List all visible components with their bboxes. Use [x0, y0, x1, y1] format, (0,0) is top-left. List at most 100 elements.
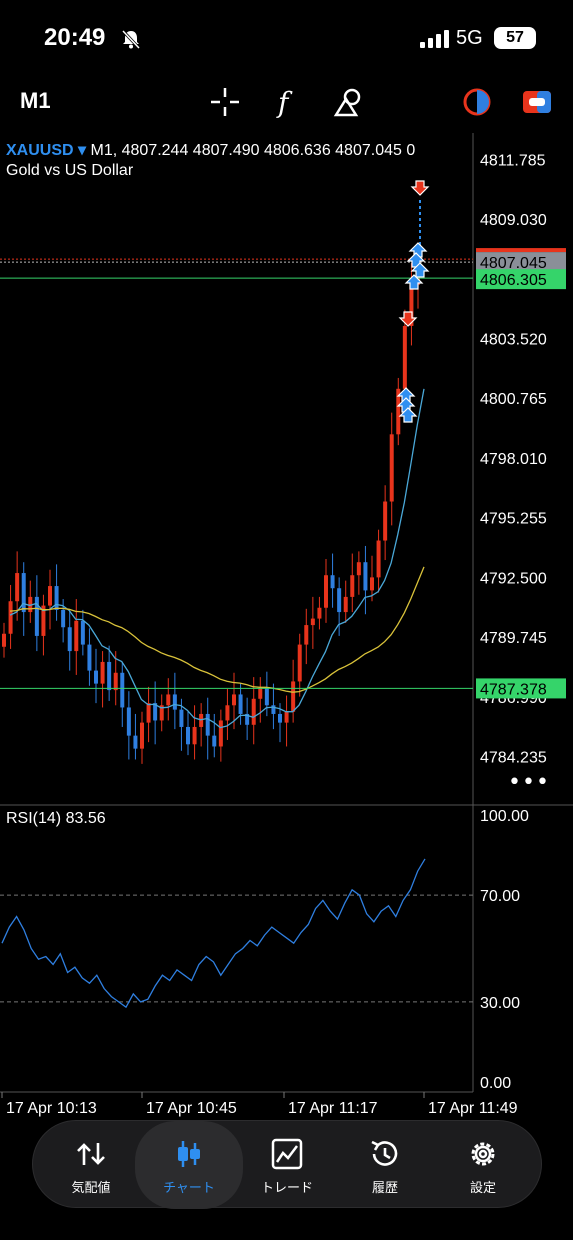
time-tick-label-3: 17 Apr 11:49 — [428, 1100, 518, 1117]
candle-body-40 — [264, 687, 269, 706]
symbol-selector[interactable]: XAUUSD — [6, 142, 74, 159]
candle-body-52 — [343, 596, 348, 613]
ohlc-values: M1, 4807.244 4807.490 4806.636 4807.045 … — [90, 142, 416, 159]
nav-quotes-label: 気配値 — [71, 1181, 111, 1196]
candle-body-5 — [34, 596, 39, 636]
candle-body-50 — [330, 575, 335, 589]
history-icon — [371, 1140, 398, 1166]
rsi-level-label-0: 100.00 — [480, 808, 529, 825]
chart-icon — [178, 1141, 200, 1167]
candle-body-1 — [8, 601, 13, 634]
status-bar: 20:49 5G 57 — [0, 0, 573, 76]
candle-body-9 — [61, 609, 66, 628]
time-tick-label-2: 17 Apr 11:17 — [288, 1100, 378, 1117]
candle-body-2 — [15, 573, 20, 602]
signal-toggle-icon[interactable] — [460, 85, 494, 119]
rsi-line — [1, 858, 426, 1009]
candle-body-55 — [363, 562, 368, 591]
price-tick-label-0: 4811.785 — [480, 152, 546, 169]
nav-trade[interactable]: トレード — [237, 1121, 337, 1209]
level-upper-label: 4806.305 — [480, 272, 547, 289]
svg-text:f: f — [276, 86, 293, 119]
candle-body-20 — [133, 735, 138, 749]
nav-settings[interactable]: 設定 — [433, 1121, 533, 1209]
candle-body-59 — [389, 434, 394, 502]
settings-icon — [471, 1142, 495, 1166]
price-chart[interactable]: 4811.785 4809.030 4803.520 4800.765 4798.010… — [0, 133, 573, 1123]
candle-body-26 — [172, 694, 177, 710]
one-click-trading-icon[interactable] — [520, 85, 554, 119]
nav-chart[interactable]: チャート — [135, 1121, 243, 1209]
indicator-function-icon[interactable]: f — [270, 85, 304, 119]
trade-icon — [271, 1138, 303, 1170]
nav-history[interactable]: 履歴 — [335, 1121, 435, 1209]
sell-arrow-0 — [410, 180, 430, 196]
candle-body-56 — [370, 577, 374, 591]
candle-body-22 — [146, 703, 151, 723]
bottom-navigation: 気配値 チャート トレード 履歴 設定 — [32, 1120, 542, 1209]
candle-body-48 — [317, 607, 322, 619]
candle-body-11 — [74, 620, 79, 652]
rsi-level-label-1: 70.00 — [480, 888, 520, 905]
timeframe-button[interactable]: M1 — [20, 88, 51, 114]
candle-body-61 — [402, 325, 407, 389]
candle-body-3 — [21, 573, 26, 613]
objects-shapes-icon[interactable] — [332, 85, 366, 119]
quotes-icon — [77, 1143, 105, 1165]
candle-body-18 — [120, 672, 125, 708]
nav-history-label: 履歴 — [371, 1181, 398, 1196]
time-tick-label-1: 17 Apr 10:45 — [146, 1100, 237, 1117]
nav-quotes[interactable]: 気配値 — [41, 1121, 141, 1209]
price-tick-label-7: 4789.745 — [480, 630, 547, 647]
bell-muted-icon — [121, 29, 141, 50]
chart-area[interactable]: 4811.785 4809.030 4803.520 4800.765 4798.010… — [0, 133, 573, 1123]
price-tick-label-5: 4795.255 — [480, 511, 547, 528]
candle-body-17 — [113, 672, 118, 691]
candle-body-28 — [186, 726, 190, 745]
signal-icon — [420, 30, 449, 48]
candle-body-54 — [356, 562, 361, 576]
price-tick-label-3: 4800.765 — [480, 391, 547, 408]
candle-body-29 — [192, 726, 197, 745]
symbol-dropdown-icon[interactable]: ▾ — [78, 142, 86, 159]
price-tick-label-1: 4809.030 — [480, 212, 547, 229]
candle-body-21 — [140, 722, 144, 749]
candle-body-43 — [284, 711, 289, 723]
candle-body-27 — [179, 709, 184, 727]
ma-slow-line — [9, 566, 425, 693]
candle-body-36 — [238, 694, 243, 714]
chart-header: XAUUSD ▾ M1, 4807.244 4807.490 4806.636 … — [6, 140, 415, 160]
candle-body-45 — [297, 644, 302, 682]
candle-body-8 — [54, 586, 59, 610]
symbol-description: Gold vs US Dollar — [6, 162, 134, 179]
candle-body-31 — [205, 713, 210, 736]
candle-body-14 — [94, 670, 98, 684]
candle-body-34 — [225, 705, 230, 721]
candle-body-53 — [350, 575, 355, 597]
candle-body-16 — [107, 661, 112, 691]
battery-icon: 57 — [494, 27, 536, 49]
candle-body-33 — [218, 720, 223, 747]
rsi-level-label-3: 0.00 — [480, 1075, 511, 1092]
candle-body-25 — [166, 694, 171, 706]
candle-body-44 — [291, 681, 296, 712]
time-tick-label-0: 17 Apr 10:13 — [6, 1100, 97, 1117]
candle-body-0 — [2, 633, 6, 647]
candle-body-47 — [310, 618, 315, 626]
candle-body-38 — [251, 698, 256, 725]
nav-chart-label: チャート — [163, 1181, 215, 1196]
candle-body-12 — [80, 620, 85, 645]
candle-body-42 — [278, 713, 282, 723]
ask-tag-bar — [476, 248, 566, 253]
candle-body-46 — [304, 625, 309, 645]
more-options-icon[interactable]: ••• — [508, 770, 550, 795]
candle-body-7 — [48, 586, 52, 606]
crosshair-icon[interactable] — [208, 85, 242, 119]
rsi-level-label-2: 30.00 — [480, 995, 520, 1012]
network-type: 5G — [456, 27, 483, 49]
level-lower-label: 4787.378 — [480, 681, 547, 698]
nav-trade-label: トレード — [260, 1181, 313, 1196]
candle-body-13 — [87, 644, 92, 671]
candle-body-15 — [100, 661, 105, 684]
price-tick-label-4: 4798.010 — [480, 451, 547, 468]
